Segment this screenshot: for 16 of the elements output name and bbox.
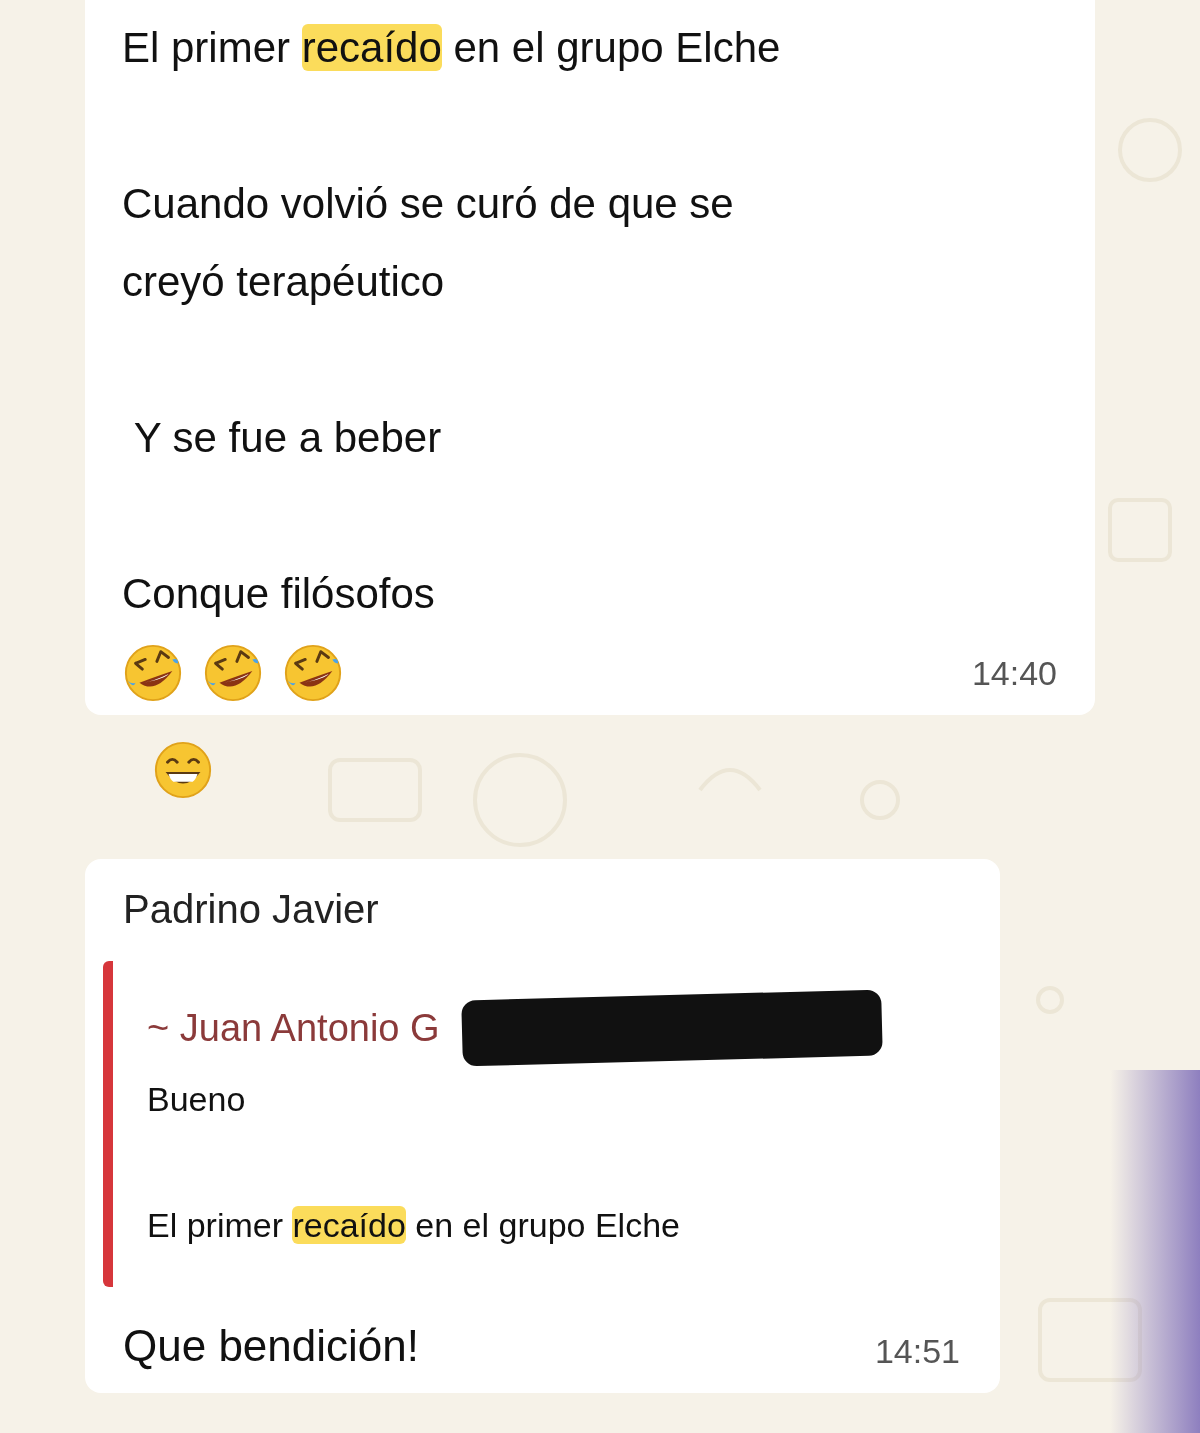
message-text: El primer recaído en el grupo Elche <box>122 23 782 73</box>
message-time: 14:51 <box>874 1332 960 1371</box>
laughing-face-icon <box>282 642 344 704</box>
message-time: 14:40 <box>971 653 1057 693</box>
grinning-face-icon <box>152 739 214 801</box>
quoted-author: ~ Juan Antonio G <box>147 1006 440 1050</box>
quoted-text: El primer recaído en el grupo Elche <box>147 1205 681 1246</box>
message-text: Cuando volvió se curó de que se creyó terapéutico <box>122 179 735 307</box>
sender-name: Padrino Javier <box>123 886 380 933</box>
message-text: Conque filósofos <box>122 569 436 619</box>
message-text: Que bendición! <box>123 1321 419 1371</box>
quoted-message[interactable]: ~ Juan Antonio G Bueno El primer recaído en el grupo Elche <box>103 961 960 1287</box>
laughing-face-icon <box>122 642 184 704</box>
message-text: Y se fue a beber <box>132 413 443 463</box>
quoted-text: Bueno <box>147 1079 247 1120</box>
laughing-face-icon <box>202 642 264 704</box>
